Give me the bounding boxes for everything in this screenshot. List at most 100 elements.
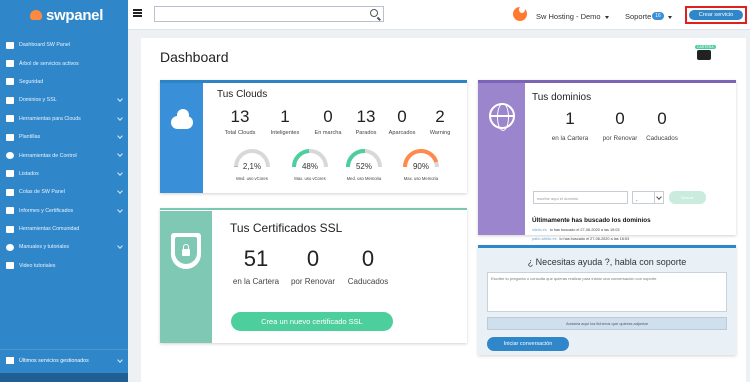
chevron-down-icon xyxy=(117,114,123,121)
sidebar-item-label: Herramientas de Control xyxy=(19,152,77,159)
chevron-down-icon xyxy=(117,133,123,139)
create-service-button[interactable]: Crear servicio xyxy=(689,10,743,20)
create-ssl-button[interactable]: Crea un nuevo certificado SSL xyxy=(231,312,393,331)
account-name: Sw Hosting - Demo xyxy=(536,12,601,21)
help-card: ¿ Necesitas ayuda ?, habla con soporte E… xyxy=(478,245,736,355)
gauge-value: 2,1% xyxy=(242,162,262,171)
brand-name: swpanel xyxy=(46,6,104,24)
sidebar-item-label: Manuales y tutoriales xyxy=(19,244,70,251)
ssl-panel xyxy=(160,211,212,343)
menu-toggle-icon[interactable] xyxy=(133,9,142,17)
tld-select[interactable]: . xyxy=(632,191,664,204)
attach-label: Arrastra aquí los ficheros que quieras a… xyxy=(565,321,649,326)
sidebar-item-label: Últimos servicios gestionados xyxy=(19,357,89,364)
history-icon xyxy=(5,356,15,365)
layers-icon xyxy=(5,188,15,197)
ssl-shield-icon xyxy=(171,233,201,269)
community-icon xyxy=(5,225,15,234)
start-conversation-button[interactable]: Iniciar conversación xyxy=(487,337,569,351)
sidebar-item-label: Árbol de servicios activos xyxy=(19,60,79,67)
sidebar-item-1[interactable]: Árbol de servicios activos xyxy=(0,54,128,72)
chevron-down-icon xyxy=(117,151,123,158)
sidebar-item-7[interactable]: Listados xyxy=(0,165,128,183)
chevron-down-icon xyxy=(117,206,123,213)
page-title: Dashboard xyxy=(160,49,229,65)
wallet-label: CARTERA xyxy=(695,45,716,49)
sidebar-item-12[interactable]: Video tutoriales xyxy=(0,257,128,275)
sidebar-item-9[interactable]: Informes y Certificados xyxy=(0,202,128,220)
ssl-stat-label: Caducados xyxy=(347,277,389,286)
recent-domain-row[interactable]: pabo-sitelio.es lo has buscado el 27-06-2… xyxy=(532,237,629,241)
sidebar-item-label: Dominios y SSL xyxy=(19,97,57,104)
recent-domain-link[interactable]: pabo-sitelio.es xyxy=(532,237,556,241)
ssl-card: Tus Certificados SSL 51 en la Cartera 0 por… xyxy=(160,208,467,343)
recent-domain-date: lo has buscado el 27-06-2020 a las 18:53 xyxy=(559,236,630,241)
domain-search-input[interactable]: escribe aquí el dominio xyxy=(533,191,628,204)
domains-stat-label: Caducados xyxy=(646,135,678,142)
support-menu[interactable]: Soporte 16 xyxy=(625,12,672,21)
sidebar-item-6[interactable]: Herramientas de Control xyxy=(0,146,128,164)
chevron-down-icon xyxy=(117,357,123,363)
search-icon[interactable] xyxy=(370,9,378,17)
sidebar-item-4[interactable]: Herramientas para Clouds xyxy=(0,110,128,128)
ssl-stat-value: 0 xyxy=(361,246,375,271)
clouds-card: Tus Clouds 13 Total Clouds 1 Inteligentes 0 E… xyxy=(160,80,467,193)
wallet-icon[interactable] xyxy=(697,50,711,60)
toolbox-icon xyxy=(5,114,15,123)
sidebar-item-recent-services[interactable]: Últimos servicios gestionados xyxy=(0,349,128,371)
globe-icon xyxy=(489,103,515,131)
topbar: Sw Hosting - Demo Soporte 16 Crear servic… xyxy=(128,0,750,30)
account-selector[interactable]: Sw Hosting - Demo xyxy=(536,12,609,21)
create-service-highlight: Crear servicio xyxy=(685,6,747,24)
sidebar-item-0[interactable]: Dashboard SW Panel xyxy=(0,36,128,54)
gauge-label: Med. uso vCores xyxy=(236,176,268,181)
caret-down-icon xyxy=(604,15,609,19)
gauge-label: Med. uso Memoria xyxy=(346,176,382,181)
sidebar-item-label: Dashboard SW Panel xyxy=(19,42,70,49)
lock-icon xyxy=(182,249,190,256)
sidebar-item-3[interactable]: Dominios y SSL xyxy=(0,91,128,109)
gauge-label: Max. uso vCores xyxy=(294,176,326,181)
report-icon xyxy=(5,206,15,215)
list-icon xyxy=(5,169,15,178)
chevron-down-icon xyxy=(117,243,123,250)
recent-domains-title: Últimamente has buscado los dominios xyxy=(532,217,651,224)
help-message-input[interactable]: Escribe tu pregunta o consulta que quier… xyxy=(487,272,727,312)
gauge-value: 52% xyxy=(355,162,372,171)
search-input[interactable] xyxy=(154,6,384,22)
sidebar-item-11[interactable]: Manuales y tutoriales xyxy=(0,238,128,256)
clouds-stat-label: Inteligentes xyxy=(270,130,300,136)
chevron-down-icon xyxy=(654,192,663,203)
brand-logo[interactable]: swpanel xyxy=(0,0,128,30)
sidebar-item-10[interactable]: Herramientas Comunidad xyxy=(0,220,128,238)
cloud-logo-icon xyxy=(30,10,42,20)
clouds-stat-label: Warning xyxy=(429,130,451,136)
clouds-panel xyxy=(160,83,203,193)
gauge-label: Max. uso Memoria xyxy=(403,176,439,181)
domain-search-button[interactable]: Buscar xyxy=(669,191,706,204)
support-badge: 16 xyxy=(652,12,664,20)
file-dropzone[interactable]: Arrastra aquí los ficheros que quieras a… xyxy=(487,317,727,330)
support-label: Soporte xyxy=(625,12,652,21)
cloud-icon xyxy=(171,109,193,129)
sidebar-item-5[interactable]: Plantillas xyxy=(0,128,128,146)
sidebar-item-label: Herramientas Comunidad xyxy=(19,226,80,233)
video-icon xyxy=(5,261,15,270)
recent-domain-row[interactable]: sitelio.es lo has buscado el 27-06-2020 a… xyxy=(532,228,619,232)
ssl-stat-value: 0 xyxy=(306,246,320,271)
account-logo-icon xyxy=(513,6,527,21)
recent-domain-link[interactable]: sitelio.es xyxy=(532,228,547,232)
caret-down-icon xyxy=(667,15,672,19)
sidebar-item-2[interactable]: Seguridad xyxy=(0,73,128,91)
sidebar-item-8[interactable]: Colas de SW Panel xyxy=(0,183,128,201)
domains-stat-value: 0 xyxy=(657,109,667,128)
sidebar-item-label: Listados xyxy=(19,170,39,177)
chevron-down-icon xyxy=(117,169,123,176)
check-circle-icon xyxy=(5,151,15,160)
dashboard-icon xyxy=(5,41,15,50)
tree-icon xyxy=(5,59,15,68)
clouds-stat-value: 1 xyxy=(280,107,290,126)
tld-select-value: . xyxy=(636,197,638,203)
globe-icon xyxy=(5,96,15,105)
sidebar-item-label: Seguridad xyxy=(19,78,44,85)
